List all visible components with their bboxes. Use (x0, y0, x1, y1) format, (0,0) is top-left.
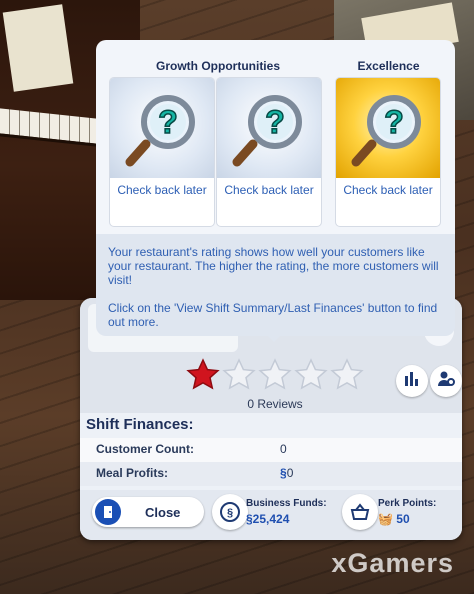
close-label: Close (145, 504, 181, 520)
customer-count-row: Customer Count: 0 (80, 438, 462, 462)
svg-text:?: ? (158, 104, 178, 140)
card-label: Check back later (343, 183, 433, 197)
excellence-title: Excellence (357, 59, 420, 73)
svg-text:?: ? (384, 104, 404, 140)
customer-count-label: Customer Count: (96, 442, 194, 456)
magnifier-question-icon: ? (110, 78, 214, 178)
growth-opportunities-title: Growth Opportunities (156, 59, 280, 73)
growth-card-1[interactable]: ? Check back later (110, 78, 214, 226)
customer-count-value: 0 (280, 442, 287, 456)
star-empty-icon (330, 358, 364, 392)
magnifier-question-icon: ? (217, 78, 321, 178)
star-empty-icon (258, 358, 292, 392)
perk-points-value: 🧺 50 (378, 512, 410, 526)
svg-text:?: ? (265, 104, 285, 140)
perk-points-icon[interactable] (342, 494, 378, 530)
rating-description: Your restaurant's rating shows how well … (108, 245, 439, 287)
view-shift-summary-button[interactable] (396, 365, 428, 397)
perk-basket-icon: 🧺 (378, 512, 393, 526)
star-filled-icon (186, 358, 220, 392)
staff-settings-icon (436, 369, 456, 394)
business-funds-label: Business Funds: (246, 498, 327, 509)
sheet-music (2, 4, 74, 92)
perk-points-label: Perk Points: (378, 498, 437, 509)
star-empty-icon (222, 358, 256, 392)
excellence-card[interactable]: ? Check back later (336, 78, 440, 226)
close-button[interactable]: Close (92, 497, 204, 527)
business-funds-icon[interactable]: § (212, 494, 248, 530)
bar-chart-icon (403, 370, 421, 393)
rating-tooltip: Growth Opportunities Excellence ? Check … (96, 40, 455, 342)
manage-staff-button[interactable] (430, 365, 462, 397)
door-icon (95, 499, 121, 525)
meal-profits-row: Meal Profits: §0 (80, 462, 462, 486)
svg-text:§: § (227, 507, 233, 519)
star-rating (186, 358, 364, 394)
shift-finances-header: Shift Finances: (86, 416, 194, 433)
meal-profits-label: Meal Profits: (96, 466, 169, 480)
star-empty-icon (294, 358, 328, 392)
magnifier-question-icon: ? (336, 78, 440, 178)
watermark-text: xGamers (331, 548, 454, 578)
meal-profits-value: §0 (280, 466, 294, 480)
tooltip-arrow (266, 334, 282, 342)
card-label: Check back later (117, 183, 207, 197)
business-funds-value: §25,424 (246, 512, 290, 526)
card-label: Check back later (224, 183, 314, 197)
rating-instruction: Click on the 'View Shift Summary/Last Fi… (108, 301, 438, 329)
simoleon-icon: § (280, 466, 287, 480)
reviews-count: 0 Reviews (247, 397, 303, 411)
growth-card-2[interactable]: ? Check back later (217, 78, 321, 226)
